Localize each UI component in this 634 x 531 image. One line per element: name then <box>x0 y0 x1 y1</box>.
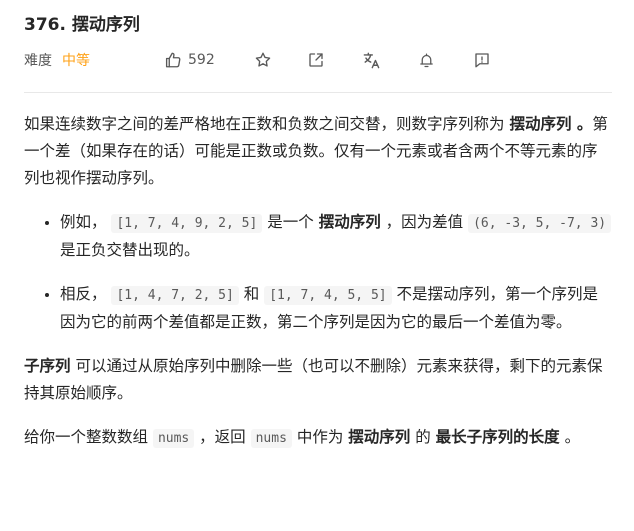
translate-icon <box>363 52 380 68</box>
problem-meta: 难度 中等 592 <box>24 47 489 73</box>
header-divider <box>24 92 612 93</box>
examples-list: 例如， [1, 7, 4, 9, 2, 5] 是一个 摆动序列 ，因为差值 (6… <box>24 209 612 336</box>
problem-description: 如果连续数字之间的差严格地在正数和负数之间交替，则数字序列称为 摆动序列 。第一… <box>24 111 612 469</box>
favorite-button[interactable] <box>254 47 272 73</box>
inline-code: nums <box>250 429 292 448</box>
like-count: 592 <box>188 52 215 68</box>
star-icon <box>255 52 271 67</box>
difficulty-label: 难度 <box>24 53 52 69</box>
inline-code: nums <box>152 429 195 448</box>
share-icon <box>309 53 323 67</box>
list-item: 相反， [1, 4, 7, 2, 5] 和 [1, 7, 4, 5, 5] 不是… <box>60 281 612 336</box>
description-paragraph: 给你一个整数数组 nums ，返回 nums 中作为 摆动序列 的 最长子序列的… <box>24 428 581 448</box>
like-button[interactable]: 592 <box>164 47 215 73</box>
notification-button[interactable] <box>418 47 435 73</box>
description-paragraph: 如果连续数字之间的差严格地在正数和负数之间交替，则数字序列称为 摆动序列 。第一… <box>24 115 608 187</box>
inline-code: (6, -3, 5, -7, 3) <box>468 214 612 233</box>
feedback-button[interactable] <box>473 47 491 73</box>
problem-title: 376. 摆动序列 <box>24 15 140 35</box>
inline-code: [1, 7, 4, 9, 2, 5] <box>111 214 263 233</box>
feedback-icon <box>475 53 489 68</box>
difficulty-badge: 中等 <box>62 53 90 69</box>
inline-code: [1, 7, 4, 5, 5] <box>264 286 392 305</box>
bell-icon <box>420 52 433 67</box>
translate-button[interactable] <box>362 47 381 73</box>
inline-code: [1, 4, 7, 2, 5] <box>111 286 239 305</box>
share-button[interactable] <box>307 47 325 73</box>
thumbs-up-icon <box>165 52 181 68</box>
description-paragraph: 子序列 可以通过从原始序列中删除一些（也可以不删除）元素来获得，剩下的元素保持其… <box>24 357 603 402</box>
list-item: 例如， [1, 7, 4, 9, 2, 5] 是一个 摆动序列 ，因为差值 (6… <box>60 209 612 264</box>
